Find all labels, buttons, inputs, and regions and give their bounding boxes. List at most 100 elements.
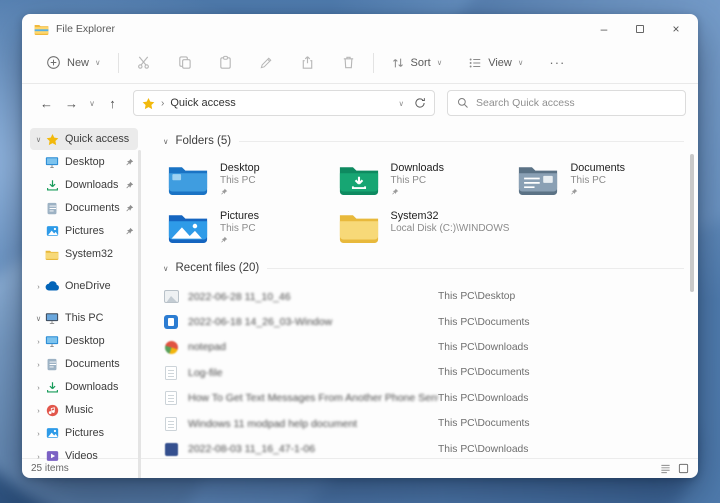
sidebar-item-pictures-pinned[interactable]: Pictures bbox=[30, 220, 138, 242]
document-file-icon bbox=[163, 416, 179, 432]
chevron-down-icon[interactable]: ∨ bbox=[163, 264, 169, 273]
file-location: This PC\Documents bbox=[438, 316, 530, 328]
file-location: This PC\Documents bbox=[438, 367, 530, 379]
sidebar-item-system32[interactable]: System32 bbox=[30, 243, 138, 265]
system32-folder-icon bbox=[338, 210, 380, 243]
desktop-wallpaper: File Explorer – × New ∨ Sort ∨ View ∨ ··… bbox=[0, 0, 720, 503]
breadcrumb-separator: › bbox=[161, 97, 165, 109]
folder-tile-system32[interactable]: System32 Local Disk (C:)\WINDOWS bbox=[334, 206, 514, 248]
chevron-right-icon[interactable]: › bbox=[33, 406, 44, 415]
see-more-button[interactable]: ··· bbox=[541, 50, 573, 75]
sidebar-item-desktop-pinned[interactable]: Desktop bbox=[30, 151, 138, 173]
sidebar-item-label: Documents bbox=[65, 202, 120, 214]
sidebar-item-onedrive[interactable]: › OneDrive bbox=[30, 275, 138, 297]
chevron-down-icon[interactable]: ∨ bbox=[33, 135, 44, 144]
file-row[interactable]: Windows 11 modpad help document This PC\… bbox=[163, 411, 684, 436]
recent-locations-button[interactable]: ∨ bbox=[84, 91, 100, 115]
folder-name: Documents bbox=[570, 162, 626, 174]
folder-tile-documents[interactable]: Documents This PC bbox=[513, 158, 684, 200]
maximize-button[interactable] bbox=[622, 17, 658, 41]
sidebar-item-pc-downloads[interactable]: › Downloads bbox=[30, 376, 138, 398]
folder-name: Pictures bbox=[220, 210, 260, 222]
sidebar-item-pc-pictures[interactable]: › Pictures bbox=[30, 422, 138, 444]
sort-button[interactable]: Sort ∨ bbox=[383, 50, 451, 76]
breadcrumb-quick-access[interactable]: Quick access bbox=[170, 97, 235, 109]
app-file-icon bbox=[163, 441, 179, 457]
chevron-right-icon[interactable]: › bbox=[33, 360, 44, 369]
sidebar-item-label: This PC bbox=[65, 312, 104, 324]
file-location: This PC\Documents bbox=[438, 418, 530, 430]
sidebar-item-documents-pinned[interactable]: Documents bbox=[30, 197, 138, 219]
pin-icon bbox=[124, 181, 135, 190]
sidebar-item-label: Music bbox=[65, 404, 94, 416]
sidebar-item-label: Pictures bbox=[65, 427, 105, 439]
downloads-icon bbox=[44, 179, 60, 192]
refresh-icon[interactable] bbox=[414, 97, 426, 109]
copy-button[interactable] bbox=[169, 49, 200, 76]
document-file-icon bbox=[163, 365, 179, 381]
sidebar-item-pc-desktop[interactable]: › Desktop bbox=[30, 330, 138, 352]
chevron-right-icon[interactable]: › bbox=[33, 282, 44, 291]
chevron-right-icon[interactable]: › bbox=[33, 337, 44, 346]
search-box[interactable] bbox=[447, 90, 686, 116]
details-view-icon[interactable] bbox=[660, 463, 671, 474]
pin-icon bbox=[570, 188, 625, 196]
file-row[interactable]: 2022-06-28 11_10_46 This PC\Desktop bbox=[163, 284, 684, 309]
address-bar[interactable]: › Quick access ∨ bbox=[133, 90, 435, 116]
sidebar-item-this-pc[interactable]: ∨ This PC bbox=[30, 307, 138, 329]
sidebar-item-label: Quick access bbox=[65, 133, 130, 145]
file-row[interactable]: notepad This PC\Downloads bbox=[163, 335, 684, 360]
folder-tile-downloads[interactable]: Downloads This PC bbox=[334, 158, 514, 200]
sidebar-item-label: OneDrive bbox=[65, 280, 111, 292]
title-bar[interactable]: File Explorer – × bbox=[22, 14, 698, 42]
cut-button[interactable] bbox=[128, 49, 159, 76]
folder-tile-pictures[interactable]: Pictures This PC bbox=[163, 206, 334, 248]
sidebar-item-pc-videos[interactable]: › Videos bbox=[30, 445, 138, 467]
pictures-icon bbox=[44, 427, 60, 439]
folder-name: Desktop bbox=[220, 162, 260, 174]
forward-button[interactable]: → bbox=[59, 91, 84, 115]
chevron-down-icon[interactable]: ∨ bbox=[163, 137, 169, 146]
sidebar-item-pc-documents[interactable]: › Documents bbox=[30, 353, 138, 375]
rename-button[interactable] bbox=[251, 49, 282, 76]
content-scrollbar[interactable] bbox=[690, 154, 694, 292]
view-button[interactable]: View ∨ bbox=[460, 50, 531, 76]
up-button[interactable]: ↑ bbox=[100, 91, 125, 115]
address-dropdown-icon[interactable]: ∨ bbox=[399, 99, 405, 108]
file-row[interactable]: 2022-08-03 11_16_47-1-06 This PC\Downloa… bbox=[163, 436, 684, 461]
chevron-right-icon[interactable]: › bbox=[33, 452, 44, 461]
file-row[interactable]: Log-file This PC\Documents bbox=[163, 360, 684, 385]
back-button[interactable]: ← bbox=[34, 91, 59, 115]
close-button[interactable]: × bbox=[658, 17, 694, 41]
recent-files-list: 2022-06-28 11_10_46 This PC\Desktop 2022… bbox=[163, 284, 684, 462]
documents-folder-icon bbox=[517, 162, 559, 195]
folders-section-header[interactable]: ∨ Folders (5) bbox=[163, 131, 684, 151]
chevron-right-icon[interactable]: › bbox=[33, 429, 44, 438]
paste-button[interactable] bbox=[210, 49, 241, 76]
maximize-icon bbox=[636, 25, 644, 33]
sidebar-item-pc-music[interactable]: › Music bbox=[30, 399, 138, 421]
file-row[interactable]: 2022-06-18 14_26_03-Window This PC\Docum… bbox=[163, 309, 684, 334]
folder-tile-desktop[interactable]: Desktop This PC bbox=[163, 158, 334, 200]
chevron-down-icon[interactable]: ∨ bbox=[33, 314, 44, 323]
section-divider bbox=[239, 140, 684, 142]
rename-icon bbox=[259, 55, 274, 70]
sidebar-item-downloads-pinned[interactable]: Downloads bbox=[30, 174, 138, 196]
share-button[interactable] bbox=[292, 49, 323, 76]
file-row[interactable]: How To Get Text Messages From Another Ph… bbox=[163, 386, 684, 411]
share-icon bbox=[300, 55, 315, 70]
new-button[interactable]: New ∨ bbox=[38, 49, 109, 76]
search-input[interactable] bbox=[476, 97, 676, 109]
minimize-button[interactable]: – bbox=[586, 17, 622, 41]
recent-files-section-header[interactable]: ∨ Recent files (20) bbox=[163, 258, 684, 278]
chevron-right-icon[interactable]: › bbox=[33, 383, 44, 392]
sidebar-item-quick-access[interactable]: ∨ Quick access bbox=[30, 128, 138, 150]
large-icons-view-icon[interactable] bbox=[678, 463, 689, 474]
sidebar-item-label: Downloads bbox=[65, 179, 119, 191]
search-icon bbox=[457, 97, 469, 109]
document-file-icon bbox=[163, 390, 179, 406]
folder-location: This PC bbox=[220, 223, 256, 234]
file-location: This PC\Downloads bbox=[438, 443, 529, 455]
desktop-icon bbox=[44, 156, 60, 169]
delete-button[interactable] bbox=[333, 49, 364, 76]
